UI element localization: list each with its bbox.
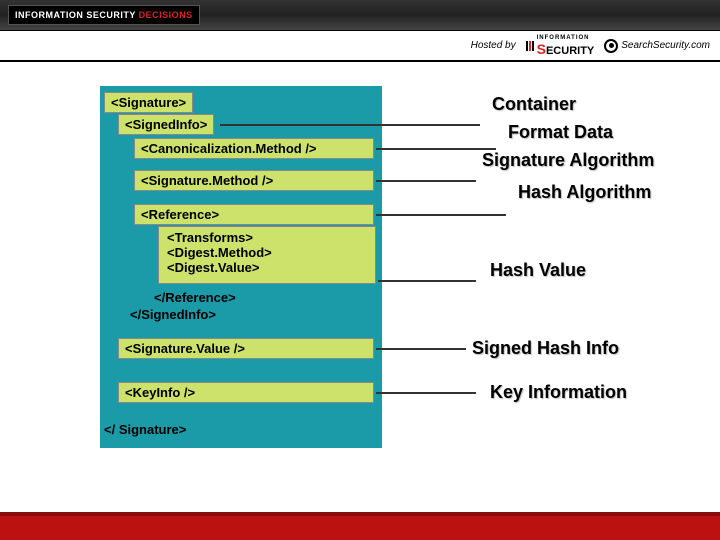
tag-digest-value: <Digest.Value> [167, 260, 367, 275]
line-key-info [376, 392, 476, 394]
tag-digest-method: <Digest.Method> [167, 245, 367, 260]
line-hash-value [378, 280, 476, 282]
footer-bar [0, 512, 720, 540]
hosted-by-label: Hosted by [471, 40, 516, 51]
tag-signedinfo-close: </SignedInfo> [130, 307, 216, 322]
diagram-content: <Signature> <SignedInfo> <Canonicalizati… [0, 62, 720, 502]
logo-text-prefix: INFORMATION SECURITY [15, 10, 139, 20]
security-word: ECURITY [546, 45, 594, 57]
label-format-data: Format Data [508, 122, 613, 143]
tag-reference-open: <Reference> [134, 204, 374, 225]
label-sig-algo: Signature Algorithm [482, 150, 654, 171]
label-hash-algo: Hash Algorithm [518, 182, 651, 203]
tag-signature-method: <Signature.Method /> [134, 170, 374, 191]
reference-children-box: <Transforms> <Digest.Method> <Digest.Val… [158, 226, 376, 284]
tag-keyinfo: <KeyInfo /> [118, 382, 374, 403]
line-signed-hash [376, 348, 466, 350]
tag-signature-open: <Signature> [104, 92, 193, 113]
tag-canonicalization: <Canonicalization.Method /> [134, 138, 374, 159]
label-hash-value: Hash Value [490, 260, 586, 281]
line-format-data [376, 148, 496, 150]
logo-text-suffix: DECISIONS [139, 10, 193, 20]
searchsecurity-text: SearchSecurity.com [621, 40, 710, 51]
hosted-by-row: Hosted by INFORMATION SECURITY SearchSec… [0, 30, 720, 62]
s-letter: S [537, 41, 546, 57]
tag-signedinfo-open: <SignedInfo> [118, 114, 214, 135]
line-hash-algo [376, 214, 506, 216]
brand-logo: INFORMATION SECURITY DECISIONS [8, 5, 200, 25]
tag-reference-close: </Reference> [154, 290, 236, 305]
searchsecurity-logo: SearchSecurity.com [604, 39, 710, 53]
tag-transforms: <Transforms> [167, 230, 367, 245]
line-sig-algo [376, 180, 476, 182]
bars-icon [526, 41, 534, 51]
security-logo: INFORMATION SECURITY [526, 35, 595, 57]
line-container [220, 124, 480, 126]
tag-signature-value: <Signature.Value /> [118, 338, 374, 359]
label-signed-hash: Signed Hash Info [472, 338, 619, 359]
eye-icon [604, 39, 618, 53]
tag-signature-close: </ Signature> [104, 422, 186, 437]
top-bar: INFORMATION SECURITY DECISIONS [0, 0, 720, 30]
label-container: Container [492, 94, 576, 115]
label-key-info: Key Information [490, 382, 627, 403]
